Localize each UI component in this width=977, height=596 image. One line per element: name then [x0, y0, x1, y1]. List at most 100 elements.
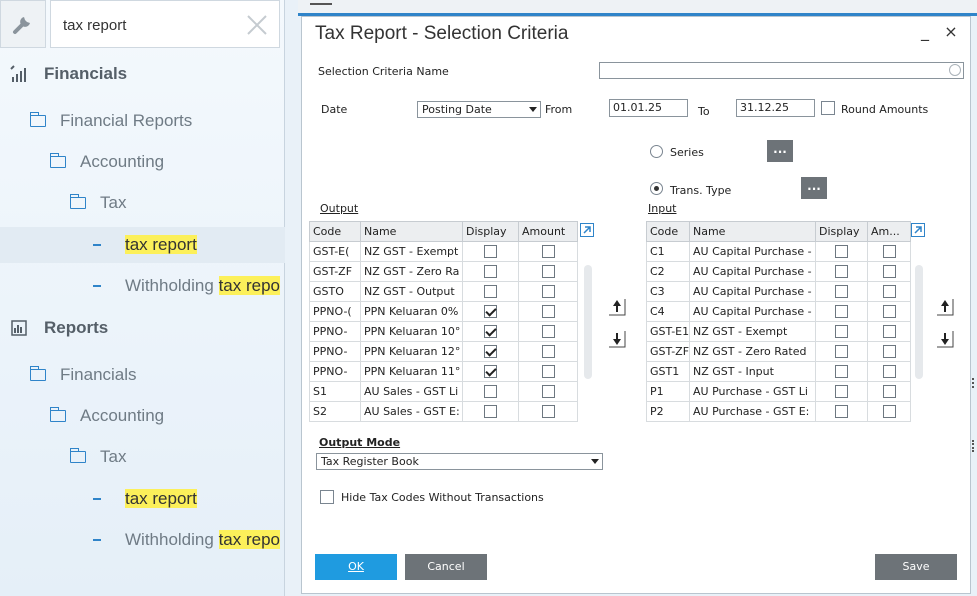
- wrench-icon[interactable]: [0, 0, 46, 48]
- tax-name-cell[interactable]: NZ GST - Input: [689, 361, 816, 382]
- input-row[interactable]: C4 AU Capital Purchase -: [646, 301, 911, 322]
- move-down-icon[interactable]: [608, 329, 626, 349]
- nav-section-reports[interactable]: Reports: [0, 310, 285, 346]
- amount-checkbox[interactable]: [541, 305, 555, 319]
- tax-code-cell[interactable]: PPNO-: [309, 341, 361, 362]
- amount-checkbox[interactable]: [882, 405, 896, 419]
- save-button[interactable]: Save: [875, 554, 957, 580]
- input-row[interactable]: P1 AU Purchase - GST Li: [646, 381, 911, 402]
- input-row[interactable]: P2 AU Purchase - GST E:: [646, 401, 911, 422]
- amount-checkbox[interactable]: [882, 245, 896, 259]
- output-mode-select[interactable]: Tax Register Book: [316, 453, 603, 470]
- minimize-button[interactable]: _: [917, 23, 933, 41]
- tax-code-cell[interactable]: C1: [646, 241, 690, 262]
- tax-code-cell[interactable]: GSTO: [309, 281, 361, 302]
- nav-item-report[interactable]: Withholding tax repo: [0, 522, 285, 558]
- nav-folder-financial-reports[interactable]: Financial Reports: [0, 103, 285, 139]
- expand-arrow-icon[interactable]: [911, 223, 925, 237]
- output-col-name[interactable]: Name: [360, 221, 463, 242]
- input-scrollbar[interactable]: [915, 265, 923, 379]
- display-checkbox[interactable]: [484, 345, 497, 359]
- tax-code-cell[interactable]: C4: [646, 301, 690, 322]
- input-row[interactable]: C3 AU Capital Purchase -: [646, 281, 911, 302]
- amount-checkbox[interactable]: [882, 385, 896, 399]
- nav-item-report[interactable]: Withholding tax repo: [0, 268, 285, 304]
- tax-name-cell[interactable]: NZ GST - Zero Ra: [360, 261, 463, 282]
- display-checkbox[interactable]: [484, 325, 497, 339]
- display-checkbox[interactable]: [835, 345, 848, 359]
- tax-name-cell[interactable]: NZ GST - Exempt: [360, 241, 463, 262]
- tax-code-cell[interactable]: PPNO-: [309, 361, 361, 382]
- round-amounts-checkbox[interactable]: [821, 101, 835, 115]
- tax-code-cell[interactable]: GST-ZF: [646, 341, 690, 362]
- tax-code-cell[interactable]: S1: [309, 381, 361, 402]
- tax-code-cell[interactable]: C3: [646, 281, 690, 302]
- input-col-amount[interactable]: Am...: [867, 221, 911, 242]
- input-row[interactable]: GST-ZF NZ GST - Zero Rated: [646, 341, 911, 362]
- input-row[interactable]: GST1 NZ GST - Input: [646, 361, 911, 382]
- trans-type-radio[interactable]: [650, 182, 663, 195]
- tax-name-cell[interactable]: NZ GST - Output: [360, 281, 463, 302]
- close-button[interactable]: ×: [943, 23, 959, 41]
- nav-folder-tax[interactable]: Tax: [0, 185, 285, 221]
- tax-name-cell[interactable]: AU Capital Purchase -: [689, 281, 816, 302]
- amount-checkbox[interactable]: [541, 365, 555, 379]
- output-row[interactable]: PPNO- PPN Keluaran 12°: [309, 341, 578, 362]
- input-col-name[interactable]: Name: [689, 221, 816, 242]
- tax-name-cell[interactable]: NZ GST - Zero Rated: [689, 341, 816, 362]
- display-checkbox[interactable]: [484, 245, 497, 259]
- move-up-icon[interactable]: [608, 297, 626, 317]
- amount-checkbox[interactable]: [541, 285, 555, 299]
- display-checkbox[interactable]: [484, 265, 497, 279]
- tax-code-cell[interactable]: C2: [646, 261, 690, 282]
- move-up-icon[interactable]: [936, 297, 954, 317]
- output-row[interactable]: GST-ZF NZ GST - Zero Ra: [309, 261, 578, 282]
- input-row[interactable]: GST-E1 NZ GST - Exempt: [646, 321, 911, 342]
- display-checkbox[interactable]: [484, 305, 497, 319]
- expand-arrow-icon[interactable]: [580, 223, 594, 237]
- search-input[interactable]: [63, 15, 233, 35]
- amount-checkbox[interactable]: [882, 325, 896, 339]
- display-checkbox[interactable]: [835, 325, 848, 339]
- tax-code-cell[interactable]: GST-E1: [646, 321, 690, 342]
- amount-checkbox[interactable]: [541, 325, 555, 339]
- display-checkbox[interactable]: [835, 245, 848, 259]
- tax-name-cell[interactable]: PPN Keluaran 10°: [360, 321, 463, 342]
- tax-code-cell[interactable]: P2: [646, 401, 690, 422]
- display-checkbox[interactable]: [484, 365, 497, 379]
- tax-name-cell[interactable]: AU Sales - GST E:: [360, 401, 463, 422]
- pick-icon[interactable]: [949, 64, 961, 76]
- tax-code-cell[interactable]: PPNO-(: [309, 301, 361, 322]
- from-date-field[interactable]: 01.01.25: [609, 99, 688, 117]
- tax-name-cell[interactable]: AU Sales - GST Li: [360, 381, 463, 402]
- output-row[interactable]: PPNO-(PPN Keluaran 0%: [309, 301, 578, 322]
- output-row[interactable]: GSTO NZ GST - Output: [309, 281, 578, 302]
- display-checkbox[interactable]: [835, 265, 848, 279]
- nav-folder-accounting[interactable]: Accounting: [0, 398, 285, 434]
- nav-section-financials[interactable]: Financials: [0, 56, 285, 92]
- hide-tax-codes-checkbox[interactable]: [320, 490, 334, 504]
- tax-name-cell[interactable]: NZ GST - Exempt: [689, 321, 816, 342]
- ok-button[interactable]: OK: [315, 554, 397, 580]
- amount-checkbox[interactable]: [541, 345, 555, 359]
- tax-name-cell[interactable]: PPN Keluaran 12°: [360, 341, 463, 362]
- amount-checkbox[interactable]: [882, 305, 896, 319]
- display-checkbox[interactable]: [835, 405, 848, 419]
- amount-checkbox[interactable]: [882, 365, 896, 379]
- output-row[interactable]: S2 AU Sales - GST E:: [309, 401, 578, 422]
- tax-name-cell[interactable]: AU Purchase - GST Li: [689, 381, 816, 402]
- tax-name-cell[interactable]: AU Purchase - GST E:: [689, 401, 816, 422]
- amount-checkbox[interactable]: [541, 265, 555, 279]
- amount-checkbox[interactable]: [882, 345, 896, 359]
- amount-checkbox[interactable]: [882, 285, 896, 299]
- tax-name-cell[interactable]: AU Capital Purchase -: [689, 261, 816, 282]
- nav-folder-financials[interactable]: Financials: [0, 357, 285, 393]
- input-row[interactable]: C1 AU Capital Purchase -: [646, 241, 911, 262]
- display-checkbox[interactable]: [835, 385, 848, 399]
- tax-code-cell[interactable]: PPNO-: [309, 321, 361, 342]
- criteria-name-field[interactable]: [599, 62, 964, 79]
- trans-type-ellipsis-button[interactable]: ...: [801, 177, 827, 199]
- date-type-select[interactable]: Posting Date: [417, 101, 541, 118]
- output-row[interactable]: S1 AU Sales - GST Li: [309, 381, 578, 402]
- display-checkbox[interactable]: [484, 385, 497, 399]
